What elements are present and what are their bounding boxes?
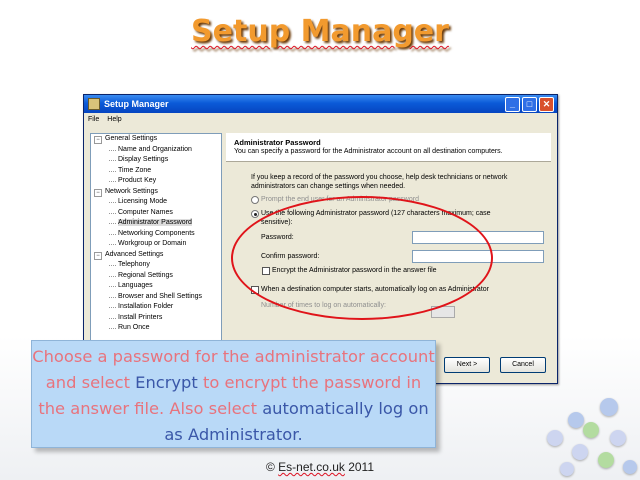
tree-group-label: Network Settings: [105, 187, 158, 195]
copyright: © Es-net.co.uk 2011: [265, 460, 375, 474]
tree-group-label: General Settings: [105, 135, 158, 142]
close-button[interactable]: ✕: [539, 96, 554, 112]
tree-item-workgroup[interactable]: Workgroup or Domain: [91, 239, 221, 250]
menu-bar: File Help: [84, 113, 557, 125]
window-title: Setup Manager: [104, 99, 169, 109]
tree-group-general[interactable]: − General Settings: [91, 134, 221, 145]
copyright-brand: Es-net.co.uk: [278, 460, 345, 474]
intro-text: If you keep a record of the password you…: [251, 174, 508, 190]
dot-icon: [610, 430, 626, 446]
tree-item-productkey[interactable]: Product Key: [91, 176, 221, 187]
tree-item-browser[interactable]: Browser and Shell Settings: [91, 292, 221, 303]
pane-header: Administrator Password You can specify a…: [226, 133, 551, 161]
tree-item-telephony[interactable]: Telephony: [91, 260, 221, 271]
collapse-icon[interactable]: −: [94, 188, 102, 197]
next-button[interactable]: Next >: [444, 357, 490, 373]
slide-title: Setup Manager: [0, 14, 640, 49]
app-icon: [88, 98, 100, 110]
tree-group-label: Advanced Settings: [105, 250, 164, 258]
slide-title-text: Setup Manager: [191, 14, 449, 49]
radio-use-password[interactable]: [251, 210, 259, 218]
dot-icon: [568, 412, 584, 428]
dot-icon: [572, 444, 588, 460]
instruction-callout: Choose a password for the administrator …: [31, 340, 436, 448]
tree-item-licensing[interactable]: Licensing Mode: [91, 197, 221, 208]
window-titlebar[interactable]: Setup Manager _ □ ✕: [84, 95, 557, 113]
tree-item-networking[interactable]: Networking Components: [91, 229, 221, 240]
collapse-icon[interactable]: −: [94, 136, 102, 144]
dot-icon: [623, 460, 637, 474]
divider: [226, 161, 551, 162]
callout-period: .: [297, 425, 303, 444]
tree-group-network[interactable]: − Network Settings: [91, 187, 221, 198]
cancel-button[interactable]: Cancel: [500, 357, 546, 373]
tree-item-printers[interactable]: Install Printers: [91, 313, 221, 324]
callout-encrypt-highlight: Encrypt: [135, 373, 198, 392]
pane-subheading: You can specify a password for the Admin…: [234, 148, 503, 155]
collapse-icon[interactable]: −: [94, 251, 102, 260]
menu-file[interactable]: File: [88, 116, 99, 123]
menu-help[interactable]: Help: [107, 116, 121, 123]
tree-item-install-folder[interactable]: Installation Folder: [91, 302, 221, 313]
dot-icon: [547, 430, 563, 446]
dot-icon: [583, 422, 599, 438]
radio-prompt-user[interactable]: [251, 196, 259, 204]
dot-icon: [600, 398, 618, 416]
tree-item-display[interactable]: Display Settings: [91, 155, 221, 166]
maximize-button[interactable]: □: [522, 96, 537, 112]
highlight-ring: [231, 196, 493, 320]
tree-item-computer-names[interactable]: Computer Names: [91, 208, 221, 219]
minimize-button[interactable]: _: [505, 96, 520, 112]
dot-icon: [598, 452, 614, 468]
tree-item-timezone[interactable]: Time Zone: [91, 166, 221, 177]
tree-item-runonce[interactable]: Run Once: [91, 323, 221, 334]
tree-item-admin-password[interactable]: Administrator Password: [91, 218, 221, 229]
tree-group-advanced[interactable]: − Advanced Settings: [91, 250, 221, 261]
tree-item-regional[interactable]: Regional Settings: [91, 271, 221, 282]
dot-icon: [560, 462, 574, 476]
tree-item-name-org[interactable]: Name and Organization: [91, 145, 221, 156]
tree-item-languages[interactable]: Languages: [91, 281, 221, 292]
pane-heading: Administrator Password: [234, 138, 321, 147]
